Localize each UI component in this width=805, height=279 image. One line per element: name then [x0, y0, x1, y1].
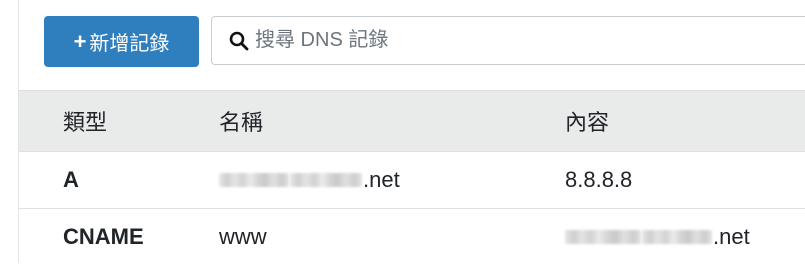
record-content: .net — [565, 209, 750, 265]
record-content: 8.8.8.8 — [565, 167, 633, 192]
add-record-button[interactable]: + 新增記錄 — [44, 16, 199, 67]
toolbar: + 新增記錄 — [19, 0, 805, 90]
add-record-label: 新增記錄 — [89, 33, 170, 55]
record-name: .net — [219, 152, 400, 208]
record-type: A — [63, 167, 79, 192]
search-input[interactable] — [255, 29, 805, 52]
record-type: CNAME — [63, 224, 144, 249]
redacted-text — [219, 173, 289, 187]
table-row[interactable]: CNAME www .net — [19, 208, 805, 265]
record-name: www — [219, 224, 267, 249]
header-content: 內容 — [565, 110, 610, 135]
redacted-text — [565, 230, 641, 244]
search-box[interactable] — [211, 16, 805, 65]
table-row[interactable]: A .net 8.8.8.8 — [19, 151, 805, 208]
redacted-text — [290, 173, 362, 187]
dns-records-table: 類型 名稱 內容 A .net 8.8.8.8 CNAME www .net — [19, 90, 805, 265]
redacted-text — [642, 230, 712, 244]
plus-icon: + — [73, 28, 87, 54]
header-type: 類型 — [63, 110, 108, 135]
record-content-suffix: .net — [713, 224, 750, 249]
search-icon — [229, 31, 249, 51]
header-name: 名稱 — [219, 110, 264, 135]
dns-records-panel: + 新增記錄 類型 名稱 內容 A .net 8 — [18, 0, 805, 265]
record-name-suffix: .net — [363, 167, 400, 192]
table-header: 類型 名稱 內容 — [19, 90, 805, 151]
